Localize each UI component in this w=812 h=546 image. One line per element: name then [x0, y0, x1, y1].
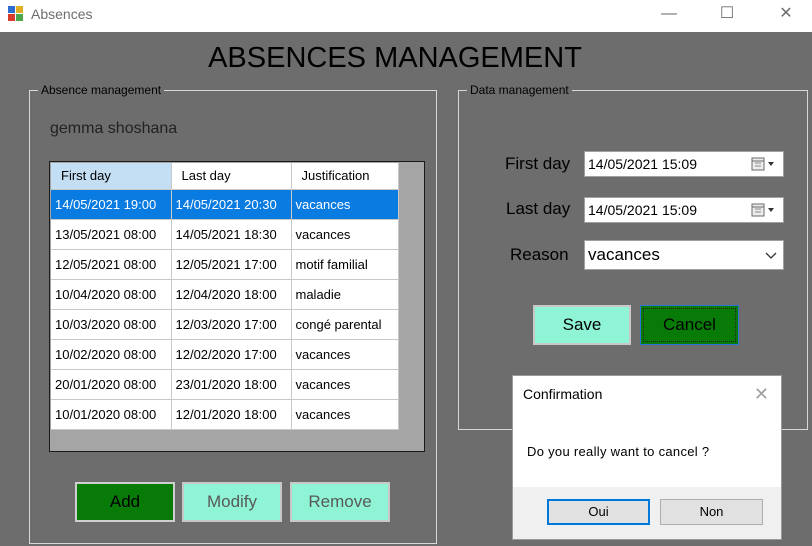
- first-day-label: First day: [505, 154, 571, 173]
- calendar-dropdown-icon[interactable]: [751, 203, 779, 217]
- cell-justification[interactable]: vacances: [291, 219, 399, 250]
- reason-label: Reason: [510, 245, 569, 264]
- grid-header-row: First day Last day Justification: [51, 163, 399, 190]
- confirmation-dialog: Confirmation ✕ Do you really want to can…: [512, 375, 782, 540]
- cell-first-day[interactable]: 10/03/2020 08:00: [51, 309, 172, 340]
- cell-first-day[interactable]: 12/05/2021 08:00: [51, 249, 172, 280]
- cell-justification[interactable]: vacances: [291, 189, 399, 220]
- modify-button[interactable]: Modify: [182, 482, 282, 522]
- last-day-picker[interactable]: 14/05/2021 15:09: [584, 197, 784, 223]
- cell-last-day[interactable]: 12/02/2020 17:00: [171, 339, 292, 370]
- cell-justification[interactable]: vacances: [291, 369, 399, 400]
- dialog-footer: Oui Non: [513, 487, 781, 539]
- data-group-legend: Data management: [467, 83, 572, 97]
- no-button[interactable]: Non: [660, 499, 763, 525]
- cell-first-day[interactable]: 13/05/2021 08:00: [51, 219, 172, 250]
- cell-justification[interactable]: vacances: [291, 339, 399, 370]
- last-day-label: Last day: [506, 199, 571, 218]
- cancel-button[interactable]: Cancel: [640, 305, 739, 345]
- window-title: Absences: [31, 6, 93, 22]
- absences-grid[interactable]: First day Last day Justification 14/05/2…: [49, 161, 425, 452]
- calendar-dropdown-icon[interactable]: [751, 157, 779, 171]
- table-row[interactable]: 12/05/2021 08:00 12/05/2021 17:00 motif …: [51, 249, 399, 280]
- cell-justification[interactable]: motif familial: [291, 249, 399, 280]
- cell-last-day[interactable]: 12/05/2021 17:00: [171, 249, 292, 280]
- yes-button[interactable]: Oui: [547, 499, 650, 525]
- table-row[interactable]: 10/02/2020 08:00 12/02/2020 17:00 vacanc…: [51, 339, 399, 370]
- cell-first-day[interactable]: 10/02/2020 08:00: [51, 339, 172, 370]
- dialog-title: Confirmation: [523, 386, 603, 402]
- cell-justification[interactable]: congé parental: [291, 309, 399, 340]
- cell-first-day[interactable]: 10/01/2020 08:00: [51, 399, 172, 430]
- focus-rectangle: [643, 308, 736, 342]
- cell-justification[interactable]: maladie: [291, 279, 399, 310]
- save-button[interactable]: Save: [533, 305, 631, 345]
- column-header-first-day[interactable]: First day: [51, 163, 172, 190]
- first-day-value: 14/05/2021 15:09: [588, 156, 697, 172]
- cell-last-day[interactable]: 14/05/2021 18:30: [171, 219, 292, 250]
- minimize-button[interactable]: —: [646, 0, 692, 30]
- cell-last-day[interactable]: 14/05/2021 20:30: [171, 189, 292, 220]
- column-header-last-day[interactable]: Last day: [171, 163, 292, 190]
- absence-group-legend: Absence management: [38, 83, 165, 97]
- table-row[interactable]: 14/05/2021 19:00 14/05/2021 20:30 vacanc…: [51, 189, 399, 220]
- window-title-bar: Absences — ☐ ✕: [0, 0, 812, 32]
- cell-last-day[interactable]: 12/04/2020 18:00: [171, 279, 292, 310]
- chevron-down-icon: [765, 252, 777, 259]
- cell-first-day[interactable]: 14/05/2021 19:00: [51, 189, 172, 220]
- cell-justification[interactable]: vacances: [291, 399, 399, 430]
- first-day-picker[interactable]: 14/05/2021 15:09: [584, 151, 784, 177]
- cell-last-day[interactable]: 12/01/2020 18:00: [171, 399, 292, 430]
- cell-first-day[interactable]: 20/01/2020 08:00: [51, 369, 172, 400]
- remove-button[interactable]: Remove: [290, 482, 390, 522]
- dialog-close-icon[interactable]: ✕: [754, 384, 769, 405]
- reason-value: vacances: [588, 245, 660, 264]
- dialog-message: Do you really want to cancel ?: [527, 444, 710, 459]
- last-day-value: 14/05/2021 15:09: [588, 202, 697, 218]
- page-title: ABSENCES MANAGEMENT: [208, 42, 582, 74]
- column-header-justification[interactable]: Justification: [291, 163, 399, 190]
- cell-last-day[interactable]: 12/03/2020 17:00: [171, 309, 292, 340]
- table-row[interactable]: 10/01/2020 08:00 12/01/2020 18:00 vacanc…: [51, 399, 399, 430]
- table-row[interactable]: 10/04/2020 08:00 12/04/2020 18:00 maladi…: [51, 279, 399, 310]
- table-row[interactable]: 13/05/2021 08:00 14/05/2021 18:30 vacanc…: [51, 219, 399, 250]
- table-row[interactable]: 10/03/2020 08:00 12/03/2020 17:00 congé …: [51, 309, 399, 340]
- maximize-button[interactable]: ☐: [704, 0, 750, 30]
- app-icon: [8, 6, 24, 22]
- cell-last-day[interactable]: 23/01/2020 18:00: [171, 369, 292, 400]
- cell-first-day[interactable]: 10/04/2020 08:00: [51, 279, 172, 310]
- add-button[interactable]: Add: [75, 482, 175, 522]
- reason-select[interactable]: vacances: [584, 240, 784, 270]
- student-name: gemma shoshana: [50, 120, 178, 137]
- close-button[interactable]: ✕: [763, 0, 809, 30]
- table-row[interactable]: 20/01/2020 08:00 23/01/2020 18:00 vacanc…: [51, 369, 399, 400]
